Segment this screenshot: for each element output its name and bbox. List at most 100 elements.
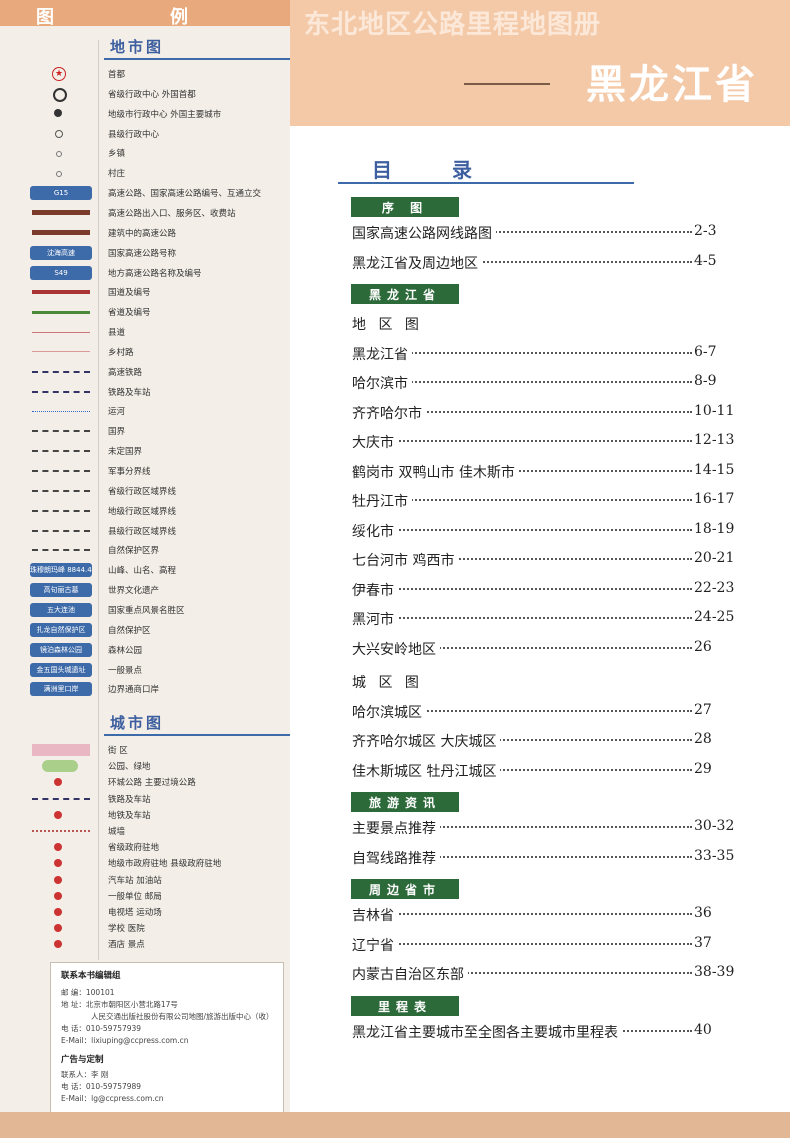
world-heritage-icon: 高句丽古墓 — [28, 580, 94, 600]
legend-item-label: 省级行政区域界线 — [108, 486, 177, 497]
legend-item-label: 公园、绿地 — [108, 762, 151, 773]
legend-item-label: 乡镇 — [108, 149, 126, 160]
legend-item-label: 酒店 景点 — [108, 940, 145, 951]
toc-entry[interactable]: 七台河市 鸡西市 20-21 — [352, 548, 742, 570]
legend-item-label: 高速公路、国家高速公路编号、互通立交 — [108, 189, 262, 200]
legend-item-label: 环城公路 主要过境公路 — [108, 778, 196, 789]
toc-entry[interactable]: 内蒙古自治区东部 38-39 — [352, 962, 742, 984]
legend-item: S49 地方高速公路名称及编号 — [0, 263, 290, 283]
legend-title-bar: 图 例 — [0, 0, 290, 28]
toc-entry-name: 齐齐哈尔城区 大庆城区 — [352, 731, 501, 751]
toc-title: 目录 — [338, 152, 634, 184]
toc-entry[interactable]: 辽宁省 37 — [352, 933, 742, 955]
legend-item: 地级行政区域界线 — [0, 501, 290, 521]
local-expressway-icon: S49 — [28, 263, 94, 283]
toc-entry[interactable]: 吉林省 36 — [352, 903, 742, 925]
legend-item: 自然保护区界 — [0, 540, 290, 560]
atlas-page: 图 例 地市图 ★ 首都 省级行政中心 外国首都 地级市行政中心 外国主要城市 县级行政… — [0, 0, 790, 1138]
toc-entry[interactable]: 哈尔滨市 8-9 — [352, 371, 742, 393]
legend-item: 沈海高速 国家高速公路号称 — [0, 243, 290, 263]
legend-item-label: 首都 — [108, 70, 126, 80]
legend-item-label: 街 区 — [108, 746, 128, 756]
legend-item: 金五国头城遗址 一般景点 — [0, 660, 290, 680]
legend-item: 乡村路 — [0, 342, 290, 362]
attraction-icon: 金五国头城遗址 — [28, 660, 94, 680]
legend-column: 图 例 地市图 ★ 首都 省级行政中心 外国首都 地级市行政中心 外国主要城市 县级行政… — [0, 0, 290, 1138]
legend-item: 省道及编号 — [0, 302, 290, 322]
ad-line: 电 话：010-59757989 — [61, 1082, 142, 1091]
legend-item-label: 地方高速公路名称及编号 — [108, 268, 202, 279]
village-icon — [28, 163, 94, 183]
city-legend-heading: 城市图 — [104, 712, 290, 736]
toc-section-band: 黑龙江省 — [351, 284, 459, 304]
toc-entry-page: 26 — [694, 638, 742, 655]
toc-entry-name: 齐齐哈尔市 — [352, 402, 426, 423]
toc-entry-page: 18-19 — [694, 520, 742, 537]
toc-entry[interactable]: 鹤岗市 双鸭山市 佳木斯市 14-15 — [352, 460, 742, 482]
toc-entry-page: 29 — [694, 760, 742, 777]
toc-entry-page: 20-21 — [694, 550, 742, 566]
toc-entry[interactable]: 大兴安岭地区 26 — [352, 637, 742, 659]
toc-entry-page: 6-7 — [694, 343, 742, 360]
toc-entry[interactable]: 黑龙江省及周边地区 4-5 — [352, 251, 742, 273]
undefined-border-icon — [28, 441, 94, 461]
toc-entry[interactable]: 黑龙江省主要城市至全图各主要城市里程表 40 — [352, 1020, 742, 1042]
contact-heading: 联系本书编辑组 — [61, 971, 121, 981]
county-boundary-icon — [28, 521, 94, 541]
legend-item: 高速公路出入口、服务区、收费站 — [0, 203, 290, 223]
legend-item-label: 铁路及车站 — [108, 387, 151, 398]
legend-item-label: 地级市行政中心 外国主要城市 — [108, 109, 222, 120]
toc-entry-page: 37 — [694, 934, 742, 951]
toc-entry[interactable]: 大庆市 12-13 — [352, 430, 742, 452]
toc-entry[interactable]: 佳木斯城区 牡丹江城区 29 — [352, 759, 742, 781]
toc-entry-page: 10-11 — [694, 402, 742, 419]
toc-entry[interactable]: 伊春市 22-23 — [352, 578, 742, 600]
toc-entry[interactable]: 绥化市 18-19 — [352, 519, 742, 541]
legend-item: ★ 首都 — [0, 64, 290, 84]
contact-line: 人民交通出版社股份有限公司地图/旅游出版中心（收） — [91, 1012, 274, 1021]
expressway-icon: G15 — [28, 183, 94, 203]
legend-item-label: 乡村路 — [108, 347, 134, 358]
legend-item-label: 运河 — [108, 407, 126, 418]
legend-item-label: 县道 — [108, 328, 126, 339]
toc-section-band: 周边省市 — [351, 879, 459, 899]
toc-entry[interactable]: 黑龙江省 6-7 — [352, 342, 742, 364]
legend-item-label: 高速公路出入口、服务区、收费站 — [108, 208, 236, 219]
toc-entry[interactable]: 黑河市 24-25 — [352, 607, 742, 629]
toc-entry[interactable]: 齐齐哈尔市 10-11 — [352, 401, 742, 423]
toc-entry[interactable]: 自驾线路推荐 33-35 — [352, 846, 742, 868]
toc-entry-page: 22-23 — [694, 579, 742, 596]
toc-entry-name: 牡丹江市 — [352, 491, 412, 511]
scenic-area-icon: 五大连池 — [28, 600, 94, 620]
toc-entry-name: 辽宁省 — [352, 934, 398, 955]
toc-entry-page: 4-5 — [694, 252, 742, 269]
toc-entry[interactable]: 国家高速公路网线路图 2-3 — [352, 221, 742, 243]
reserve-boundary-icon — [28, 540, 94, 560]
legend-item-label: 省级政府驻地 — [108, 843, 160, 854]
legend-item-label: 铁路及车站 — [108, 794, 151, 805]
contact-line: 地 址：北京市朝阳区小营北路17号 — [61, 1000, 178, 1009]
contact-box: 联系本书编辑组 邮 编：100101 地 址：北京市朝阳区小营北路17号 人民交… — [50, 962, 284, 1114]
series-title: 东北地区公路里程地图册 — [304, 10, 602, 40]
contact-email[interactable]: E-Mail：lixiuping@ccpress.com.cn — [61, 1035, 189, 1046]
legend-title-char-1: 图 — [36, 7, 56, 28]
legend-item-label: 高速铁路 — [108, 367, 143, 378]
legend-item: 镜泊森林公园 森林公园 — [0, 640, 290, 660]
toc-entry[interactable]: 牡丹江市 16-17 — [352, 489, 742, 511]
provincial-boundary-icon — [28, 481, 94, 501]
border-port-icon: 满洲里口岸 — [28, 679, 94, 699]
toc-entry-name: 自驾线路推荐 — [352, 847, 440, 868]
toc-entry-name: 七台河市 鸡西市 — [352, 550, 459, 570]
toc-entry[interactable]: 哈尔滨城区 27 — [352, 700, 742, 722]
toc-entry[interactable]: 主要景点推荐 30-32 — [352, 816, 742, 838]
contact-line: 电 话：010-59757939 — [61, 1024, 142, 1033]
ad-email[interactable]: E-Mail：lg@ccpress.com.cn — [61, 1093, 164, 1104]
toc-entry-name: 鹤岗市 双鸭山市 佳木斯市 — [352, 461, 519, 482]
toc-entry-name: 哈尔滨市 — [352, 373, 412, 393]
toc-section-band: 序 图 — [351, 197, 459, 217]
toc-entry[interactable]: 齐齐哈尔城区 大庆城区 28 — [352, 729, 742, 751]
toc-entry-name: 国家高速公路网线路图 — [352, 223, 496, 243]
legend-item-label: 地级市政府驻地 县级政府驻地 — [108, 859, 222, 870]
toc-entry-page: 27 — [694, 701, 742, 718]
legend-item-label: 未定国界 — [108, 447, 143, 458]
